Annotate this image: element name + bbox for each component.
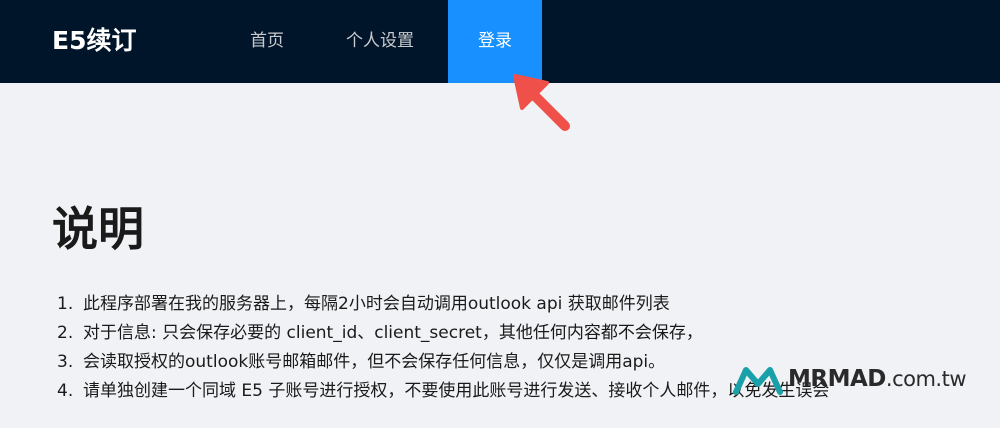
list-item-text: 会读取授权的outlook账号邮箱邮件，但不会保存任何信息，仅仅是调用api。 bbox=[83, 352, 666, 372]
list-item-number: 4. bbox=[57, 381, 74, 401]
list-item: 2. 对于信息: 只会保存必要的 client_id、client_secret，… bbox=[57, 319, 997, 348]
list-item-number: 2. bbox=[57, 323, 74, 343]
page-title: 说明 bbox=[52, 202, 144, 256]
list-item-text: 请单独创建一个同域 E5 子账号进行授权，不要使用此账号进行发送、接收个人邮件，… bbox=[83, 381, 830, 401]
list-item-text: 此程序部署在我的服务器上，每隔2小时会自动调用outlook api 获取邮件列… bbox=[83, 294, 670, 314]
nav-settings[interactable]: 个人设置 bbox=[330, 0, 430, 83]
watermark-brand: MRMAD bbox=[788, 366, 886, 392]
watermark-tld: .com.tw bbox=[885, 367, 967, 391]
mrmad-logo-icon bbox=[733, 367, 783, 395]
list-item-text: 对于信息: 只会保存必要的 client_id、client_secret，其他… bbox=[83, 323, 703, 343]
red-arrow-icon bbox=[513, 74, 570, 131]
top-navbar: E5续订 首页 个人设置 登录 bbox=[0, 0, 1000, 83]
list-item: 1. 此程序部署在我的服务器上，每隔2小时会自动调用outlook api 获取邮… bbox=[57, 290, 997, 319]
app-brand[interactable]: E5续订 bbox=[52, 22, 136, 60]
watermark-text: MRMAD.com.tw bbox=[788, 366, 967, 392]
nav-home[interactable]: 首页 bbox=[232, 0, 302, 83]
list-item-number: 3. bbox=[57, 352, 74, 372]
list-item-number: 1. bbox=[57, 294, 74, 314]
